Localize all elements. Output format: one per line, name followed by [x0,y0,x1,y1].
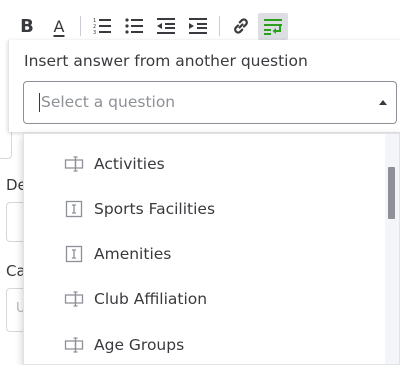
question-select-placeholder: Select a question [41,93,176,111]
dropdown-option-label: Sports Facilities [94,200,216,218]
question-select[interactable]: Select a question [23,81,397,124]
text-field-icon [64,244,84,264]
dropdown-option-activities[interactable]: Activities [24,142,384,186]
insert-link-button[interactable] [229,12,253,40]
dropdown-option-label: Amenities [94,245,172,263]
bulleted-list-button[interactable] [122,12,146,40]
dropdown-scrollbar-thumb[interactable] [388,167,395,219]
numbered-list-icon: 1 2 3 [93,18,111,35]
question-dropdown-list[interactable]: Activities Sports Facilities Amenities C… [23,133,400,365]
formatting-toolbar: B A 1 2 3 [0,0,400,40]
popover-title: Insert answer from another question [24,52,308,70]
bold-icon: B [20,15,34,37]
decrease-indent-icon [157,18,175,34]
link-icon [234,18,248,34]
dropdown-choice-icon [64,154,84,174]
insert-answer-icon [264,18,282,35]
numbered-list-button[interactable]: 1 2 3 [90,12,114,40]
dropdown-option-sports-facilities[interactable]: Sports Facilities [24,187,384,231]
dropdown-choice-icon [64,289,84,309]
dropdown-option-club-affiliation[interactable]: Club Affiliation [24,277,384,321]
increase-indent-icon [189,18,207,34]
toolbar-separator [80,16,81,36]
chevron-up-icon[interactable] [379,100,387,105]
insert-answer-button[interactable] [258,13,288,40]
insert-answer-popover: Insert answer from another question Sele… [8,40,400,132]
dropdown-option-label: Age Groups [94,336,185,354]
font-color-button[interactable]: A [47,12,71,40]
text-field-icon [64,199,84,219]
dropdown-option-amenities[interactable]: Amenities [24,232,384,276]
bold-button[interactable]: B [15,12,39,40]
toolbar-separator [219,16,220,36]
increase-indent-button[interactable] [186,12,210,40]
dropdown-option-label: Club Affiliation [94,290,208,308]
svg-text:3: 3 [93,30,96,35]
text-cursor [39,93,40,112]
bulleted-list-icon [125,18,143,34]
dropdown-choice-icon [64,335,84,355]
font-color-icon: A [53,16,65,36]
dropdown-option-label: Activities [94,155,165,173]
dropdown-option-age-groups[interactable]: Age Groups [24,323,384,364]
decrease-indent-button[interactable] [154,12,178,40]
